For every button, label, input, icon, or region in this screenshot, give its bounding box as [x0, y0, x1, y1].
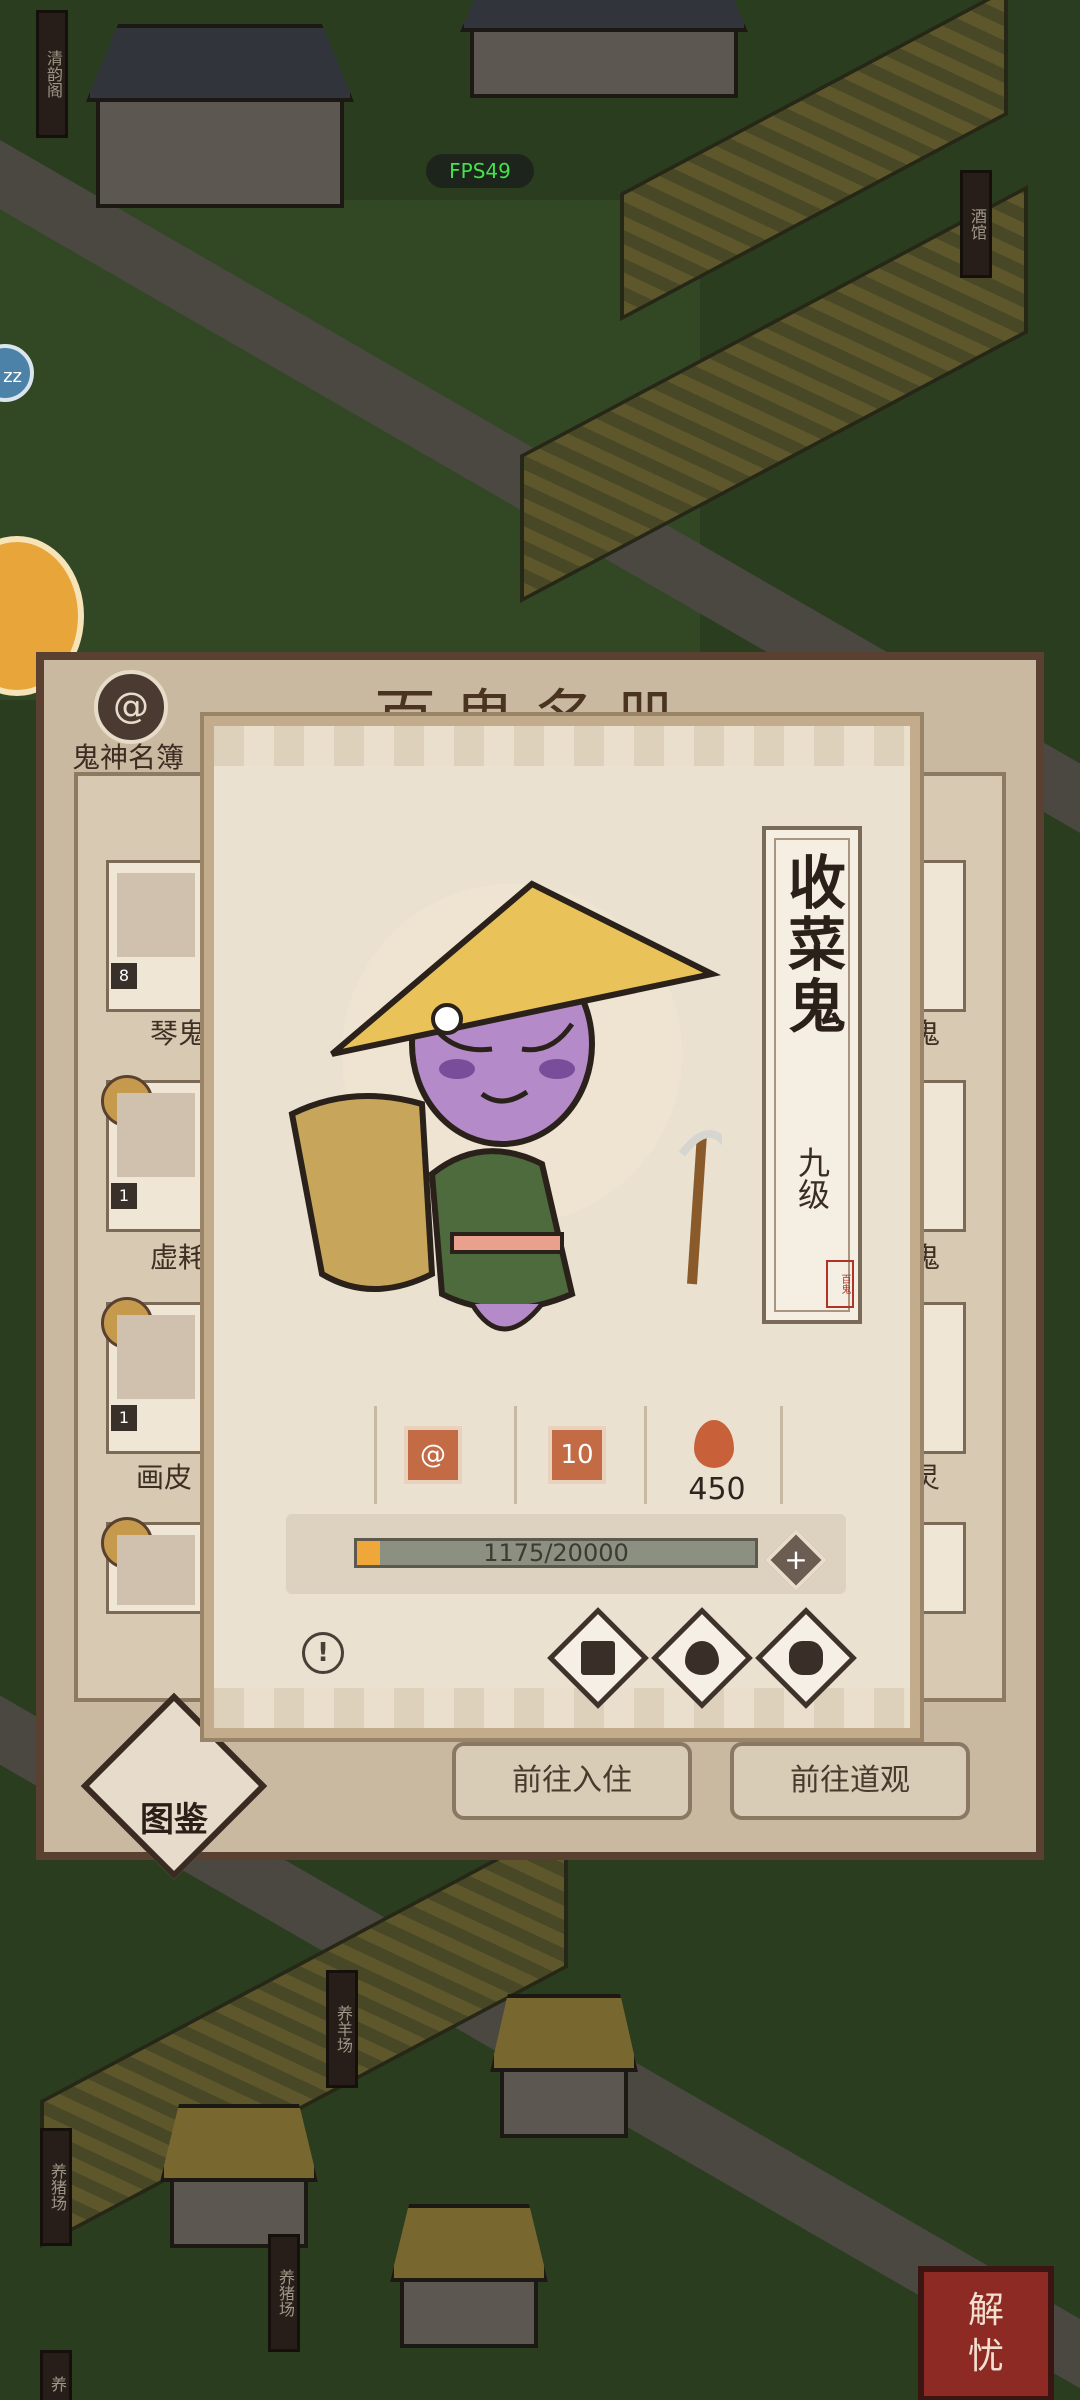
- ghost-portrait: [117, 873, 195, 957]
- ghost-name: 虚耗: [150, 1241, 207, 1274]
- exp-progress-text: 1175/20000: [483, 1539, 629, 1567]
- jieyou-label-1: 解: [967, 2290, 1004, 2331]
- seal-stamp: 百鬼: [826, 1260, 854, 1308]
- character-level: 九级: [793, 1146, 831, 1210]
- ghost-card[interactable]: 1: [101, 1075, 206, 1232]
- tujian-label: 图鉴: [140, 1800, 208, 1840]
- plus-icon: +: [784, 1543, 808, 1576]
- ghost-level-badge: 8: [111, 963, 137, 989]
- ghost-card[interactable]: 1: [101, 1297, 206, 1454]
- ghost-portrait: [117, 1535, 195, 1605]
- info-button[interactable]: !: [302, 1632, 344, 1674]
- fire-icon: [694, 1420, 734, 1468]
- jieyou-label-2: 忧: [967, 2336, 1004, 2377]
- stat-divider: [644, 1406, 647, 1504]
- fps-counter: FPS49: [426, 154, 534, 188]
- bag-icon: [789, 1641, 823, 1675]
- exp-progress-bar: 1175/20000: [354, 1538, 758, 1568]
- stat-divider: [374, 1406, 377, 1504]
- ghost-portrait: [117, 1315, 195, 1399]
- stat-divider: [780, 1406, 783, 1504]
- ghost-level-badge: 1: [111, 1183, 137, 1209]
- card-border-pattern: [214, 726, 910, 766]
- goto-temple-button[interactable]: 前往道观: [730, 1742, 970, 1820]
- ghost-portrait: [117, 1093, 195, 1177]
- ghost-name: 琴鬼: [150, 1017, 207, 1050]
- swirl-icon[interactable]: @: [404, 1426, 462, 1484]
- ghost-portrait-large: [282, 854, 736, 1354]
- character-name: 收菜鬼: [778, 852, 846, 1038]
- goto-residence-button[interactable]: 前往入住: [452, 1742, 692, 1820]
- book-icon: [581, 1641, 615, 1675]
- farmer-ghost-illustration: [288, 880, 736, 1332]
- fire-icon: [685, 1641, 719, 1675]
- ghost-card[interactable]: 8: [106, 860, 206, 1012]
- ghost-name: 画皮: [136, 1461, 193, 1494]
- jieyou-button[interactable]: 解 忧: [918, 2266, 1054, 2400]
- ghost-detail-card: 收菜鬼 九级 百鬼 @ 10 450 1175/20000 + !: [204, 716, 920, 1738]
- ghost-level-badge: 1: [111, 1405, 137, 1431]
- name-plaque: 收菜鬼 九级 百鬼: [762, 826, 862, 1324]
- fire-value: 450: [688, 1472, 746, 1507]
- swirl-icon[interactable]: @: [94, 670, 168, 744]
- level-value[interactable]: 10: [548, 1426, 606, 1484]
- game-scene: 清韵阁 酒馆 养羊场 养猪场 养猪场 养 FPS49 zz 解 忧 @ 鬼神名簿…: [0, 0, 1080, 2400]
- ghost-card[interactable]: [101, 1517, 206, 1614]
- stat-divider: [514, 1406, 517, 1504]
- book-tab-label[interactable]: 鬼神名簿: [72, 736, 184, 776]
